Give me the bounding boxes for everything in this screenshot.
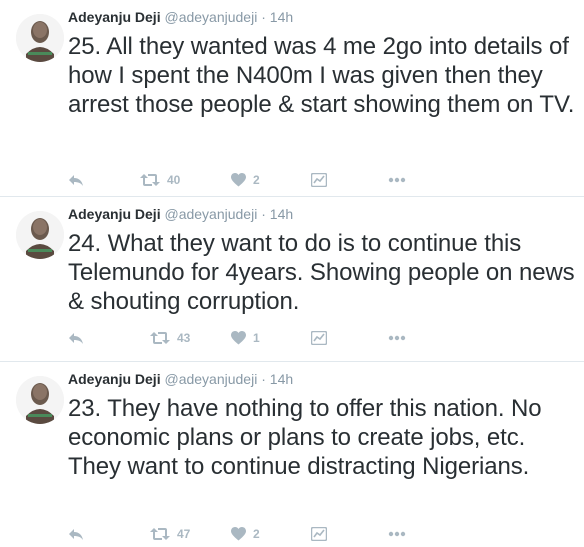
like-button[interactable]: 2 (231, 170, 260, 190)
retweet-button[interactable]: 47 (150, 524, 190, 544)
author-handle[interactable]: @adeyanjudeji (164, 371, 257, 387)
reply-icon (69, 175, 83, 186)
tweet-actions: 43 1 (68, 328, 428, 348)
like-count: 2 (253, 527, 260, 541)
tweet-header: Adeyanju Deji @adeyanjudeji · 14h (68, 206, 293, 222)
tweet[interactable]: Adeyanju Deji @adeyanjudeji · 14h 24. Wh… (0, 197, 584, 362)
tweet[interactable]: Adeyanju Deji @adeyanjudeji · 14h 23. Th… (0, 362, 584, 547)
more-button[interactable] (388, 524, 406, 544)
tweet-text: 25. All they wanted was 4 me 2go into de… (68, 33, 575, 118)
heart-icon (231, 331, 246, 345)
avatar[interactable] (16, 211, 64, 259)
separator-dot: · (261, 9, 266, 25)
like-count: 1 (253, 331, 260, 345)
reply-button[interactable] (68, 170, 84, 190)
analytics-button[interactable] (311, 328, 327, 348)
author-name[interactable]: Adeyanju Deji (68, 206, 161, 222)
analytics-button[interactable] (311, 170, 327, 190)
tweet-timeline: Adeyanju Deji @adeyanjudeji · 14h 25. Al… (0, 0, 584, 547)
retweet-icon (140, 174, 160, 186)
retweet-count: 43 (177, 331, 191, 345)
separator-dot: · (261, 206, 266, 222)
reply-button[interactable] (68, 524, 84, 544)
avatar[interactable] (16, 376, 64, 424)
analytics-icon (311, 331, 327, 345)
tweet-timestamp[interactable]: 14h (270, 206, 293, 222)
tweet-actions: 40 2 (68, 170, 428, 190)
reply-icon (69, 529, 83, 540)
retweet-button[interactable]: 43 (150, 328, 190, 348)
analytics-icon (311, 173, 327, 187)
analytics-button[interactable] (311, 524, 327, 544)
tweet-actions: 47 2 (68, 524, 428, 544)
tweet-timestamp[interactable]: 14h (270, 9, 293, 25)
heart-icon (231, 173, 246, 187)
tweet-header: Adeyanju Deji @adeyanjudeji · 14h (68, 371, 293, 387)
separator-dot: · (261, 371, 266, 387)
avatar-image (16, 211, 64, 259)
retweet-button[interactable]: 40 (140, 170, 180, 190)
avatar-image (16, 14, 64, 62)
more-icon (388, 531, 406, 537)
retweet-icon (150, 332, 170, 344)
tweet-header: Adeyanju Deji @adeyanjudeji · 14h (68, 9, 293, 25)
reply-icon (69, 333, 83, 344)
retweet-count: 47 (177, 527, 191, 541)
more-button[interactable] (388, 170, 406, 190)
more-button[interactable] (388, 328, 406, 348)
heart-icon (231, 527, 246, 541)
like-button[interactable]: 1 (231, 328, 260, 348)
more-icon (388, 335, 406, 341)
tweet-timestamp[interactable]: 14h (270, 371, 293, 387)
author-handle[interactable]: @adeyanjudeji (164, 9, 257, 25)
author-name[interactable]: Adeyanju Deji (68, 9, 161, 25)
tweet-text: 24. What they want to do is to continue … (68, 230, 575, 315)
tweet[interactable]: Adeyanju Deji @adeyanjudeji · 14h 25. Al… (0, 0, 584, 197)
author-handle[interactable]: @adeyanjudeji (164, 206, 257, 222)
retweet-icon (150, 528, 170, 540)
author-name[interactable]: Adeyanju Deji (68, 371, 161, 387)
reply-button[interactable] (68, 328, 84, 348)
analytics-icon (311, 527, 327, 541)
avatar[interactable] (16, 14, 64, 62)
avatar-image (16, 376, 64, 424)
like-button[interactable]: 2 (231, 524, 260, 544)
like-count: 2 (253, 173, 260, 187)
tweet-text: 23. They have nothing to offer this nati… (68, 395, 542, 480)
retweet-count: 40 (167, 173, 181, 187)
more-icon (388, 177, 406, 183)
